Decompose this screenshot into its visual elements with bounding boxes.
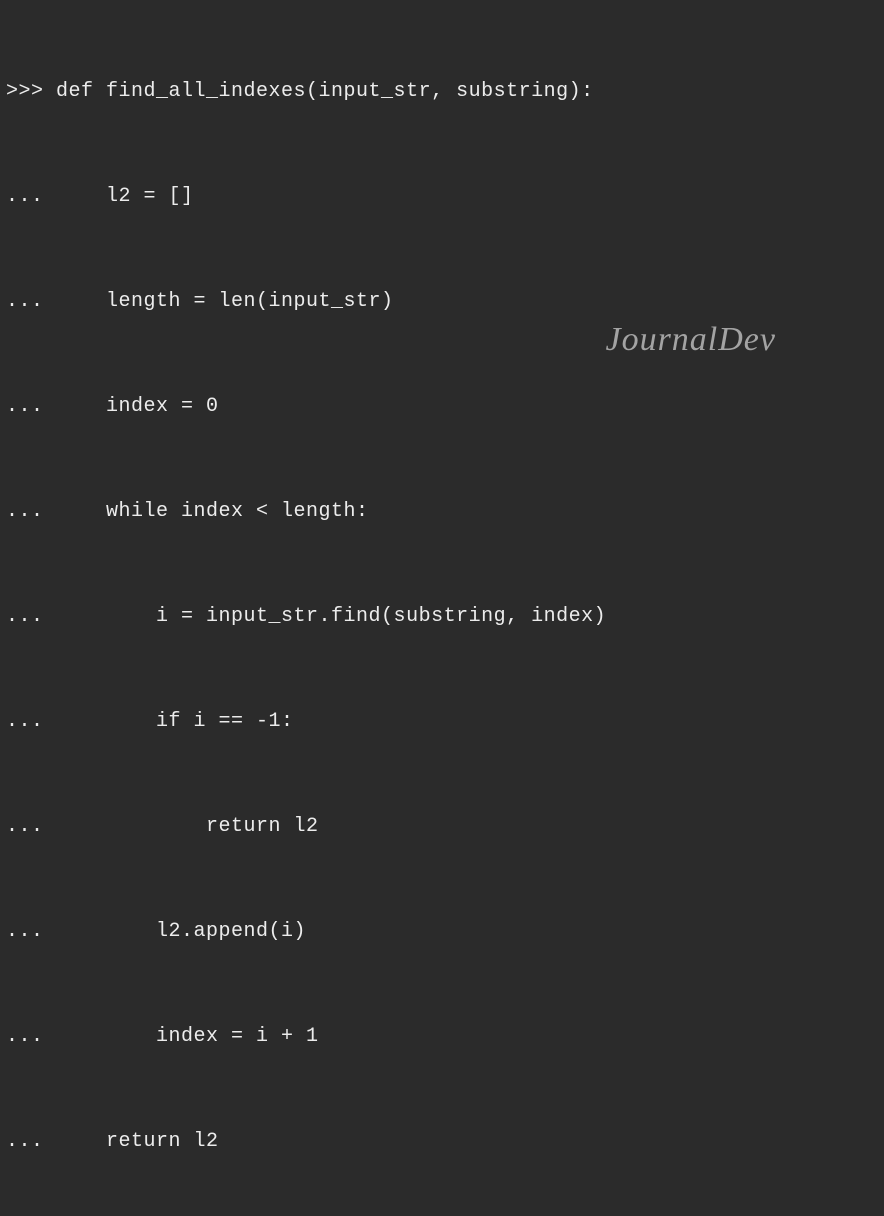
code-line: ... i = input_str.find(substring, index) (6, 599, 878, 634)
code-line: ... if i == -1: (6, 704, 878, 739)
code-line: ... index = i + 1 (6, 1019, 878, 1054)
code-line: ... length = len(input_str) (6, 284, 878, 319)
code-line: ... index = 0 (6, 389, 878, 424)
code-line: ... l2.append(i) (6, 914, 878, 949)
code-line: ... return l2 (6, 809, 878, 844)
code-line: ... l2 = [] (6, 179, 878, 214)
code-line: ... return l2 (6, 1124, 878, 1159)
code-line: ... while index < length: (6, 494, 878, 529)
terminal-output[interactable]: >>> def find_all_indexes(input_str, subs… (6, 4, 878, 1216)
code-line: >>> def find_all_indexes(input_str, subs… (6, 74, 878, 109)
